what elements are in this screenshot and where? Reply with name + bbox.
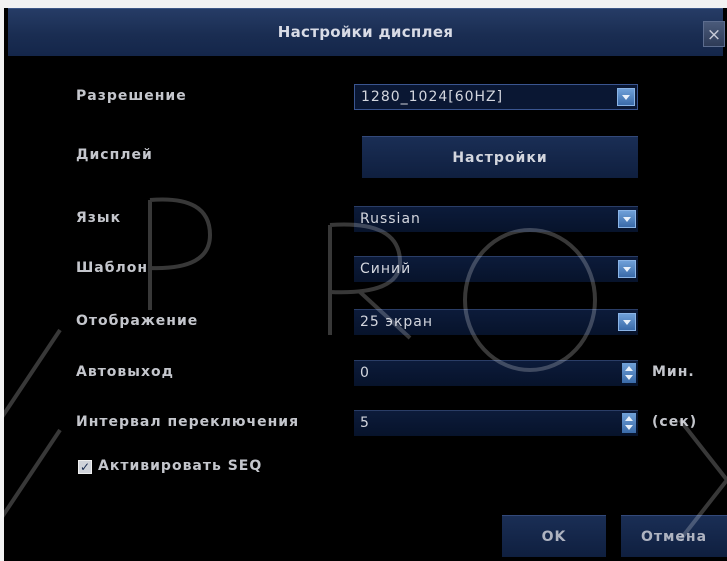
template-label: Шаблон	[76, 260, 149, 276]
resolution-select[interactable]: 1280_1024[60HZ]	[354, 84, 638, 110]
spinner-icon[interactable]	[622, 413, 636, 433]
view-label: Отображение	[76, 313, 199, 329]
display-settings-button[interactable]: Настройки	[362, 136, 638, 178]
interval-value: 5	[360, 415, 370, 431]
autoexit-label: Автовыход	[76, 364, 174, 380]
chevron-down-icon[interactable]	[618, 260, 636, 278]
dialog-title: Настройки дисплея	[277, 23, 454, 41]
dialog-titlebar: Настройки дисплея ×	[8, 8, 725, 56]
resolution-label: Разрешение	[76, 88, 187, 104]
resolution-value: 1280_1024[60HZ]	[361, 89, 504, 105]
interval-label: Интервал переключения	[76, 414, 300, 430]
autoexit-stepper[interactable]: 0	[354, 360, 638, 386]
view-value: 25 экран	[360, 314, 434, 330]
display-label: Дисплей	[76, 147, 153, 163]
interval-unit: (сек)	[652, 414, 698, 430]
close-icon: ×	[706, 25, 722, 45]
chevron-down-icon[interactable]	[617, 88, 635, 106]
language-label: Язык	[76, 210, 122, 226]
autoexit-unit: Мин.	[652, 364, 695, 380]
seq-checkbox[interactable]: ✓	[78, 460, 92, 474]
cancel-button[interactable]: Отмена	[621, 515, 727, 557]
interval-stepper[interactable]: 5	[354, 410, 638, 436]
chevron-down-icon[interactable]	[618, 313, 636, 331]
ok-button[interactable]: OK	[502, 515, 606, 557]
close-button[interactable]: ×	[703, 21, 725, 47]
spinner-icon[interactable]	[622, 363, 636, 383]
chevron-down-icon[interactable]	[618, 210, 636, 228]
language-select[interactable]: Russian	[354, 206, 638, 232]
template-select[interactable]: Синий	[354, 256, 638, 282]
language-value: Russian	[360, 211, 421, 227]
autoexit-value: 0	[360, 365, 370, 381]
template-value: Синий	[360, 261, 412, 277]
view-select[interactable]: 25 экран	[354, 309, 638, 335]
seq-checkbox-label: Активировать SEQ	[98, 458, 263, 474]
